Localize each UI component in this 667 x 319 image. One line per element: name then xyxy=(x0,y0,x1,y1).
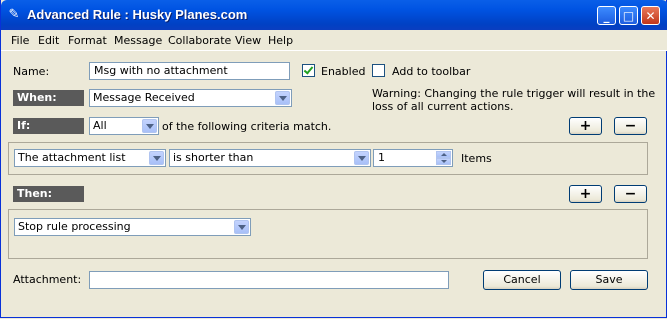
add-to-toolbar-checkbox[interactable] xyxy=(372,64,385,77)
criteria-match-text: of the following criteria match. xyxy=(162,120,332,133)
criteria-operator-value: is shorter than xyxy=(173,151,254,164)
action-select[interactable]: Stop rule processing xyxy=(14,218,251,236)
criteria-field-select[interactable]: The attachment list xyxy=(14,149,166,167)
warning-text: Warning: Changing the rule trigger will … xyxy=(372,87,656,100)
window-title: Advanced Rule : Husky Planes.com xyxy=(27,7,248,22)
menu-edit[interactable]: Edit xyxy=(38,34,59,47)
action-value: Stop rule processing xyxy=(18,220,131,233)
name-input[interactable]: Msg with no attachment xyxy=(89,62,290,80)
chevron-down-icon xyxy=(149,151,164,165)
if-match-select[interactable]: All xyxy=(89,117,159,135)
if-match-value: All xyxy=(93,119,107,132)
when-trigger-value: Message Received xyxy=(93,91,195,104)
criteria-unit-label: Items xyxy=(461,152,492,165)
add-to-toolbar-label: Add to toolbar xyxy=(392,65,471,78)
enabled-checkbox[interactable] xyxy=(302,64,315,77)
add-action-button[interactable]: + xyxy=(569,185,602,203)
app-icon: ✎ xyxy=(8,7,20,22)
cancel-button[interactable]: Cancel xyxy=(483,270,561,290)
if-section-header: If: xyxy=(13,118,84,134)
close-button[interactable]: ✕ xyxy=(641,6,660,25)
advanced-rule-window: ✎ Advanced Rule : Husky Planes.com _ □ ✕… xyxy=(0,0,667,318)
name-label: Name: xyxy=(13,65,50,78)
menu-message[interactable]: Message xyxy=(114,34,162,47)
add-criteria-button[interactable]: + xyxy=(569,117,602,135)
when-section-header: When: xyxy=(13,90,84,106)
save-button[interactable]: Save xyxy=(570,270,648,290)
chevron-down-icon xyxy=(234,220,249,234)
menu-help[interactable]: Help xyxy=(268,34,293,47)
criteria-operator-select[interactable]: is shorter than xyxy=(169,149,371,167)
attachment-label: Attachment: xyxy=(13,273,82,286)
maximize-button[interactable]: □ xyxy=(619,6,638,25)
menu-collaborate[interactable]: Collaborate xyxy=(168,34,231,47)
criteria-value-spinner[interactable]: 1 xyxy=(373,149,453,167)
warning-text-line2: loss of all current actions. xyxy=(372,100,514,113)
menu-file[interactable]: File xyxy=(11,34,29,47)
menu-format[interactable]: Format xyxy=(68,34,107,47)
remove-criteria-button[interactable]: − xyxy=(614,117,647,135)
chevron-down-icon xyxy=(142,119,157,133)
chevron-down-icon xyxy=(354,151,369,165)
criteria-value: 1 xyxy=(378,151,385,164)
enabled-label: Enabled xyxy=(321,65,366,78)
menu-view[interactable]: View xyxy=(235,34,261,47)
remove-action-button[interactable]: − xyxy=(614,185,647,203)
menu-bar: File Edit Format Message Collaborate Vie… xyxy=(1,30,667,51)
criteria-field-value: The attachment list xyxy=(18,151,126,164)
minimize-button[interactable]: _ xyxy=(597,6,616,25)
then-section-header: Then: xyxy=(13,186,84,202)
attachment-input[interactable] xyxy=(89,271,449,289)
title-bar[interactable]: ✎ Advanced Rule : Husky Planes.com _ □ ✕ xyxy=(1,0,667,30)
spinner-arrows-icon[interactable] xyxy=(436,151,451,165)
chevron-down-icon xyxy=(275,91,290,105)
when-trigger-select[interactable]: Message Received xyxy=(89,89,292,107)
